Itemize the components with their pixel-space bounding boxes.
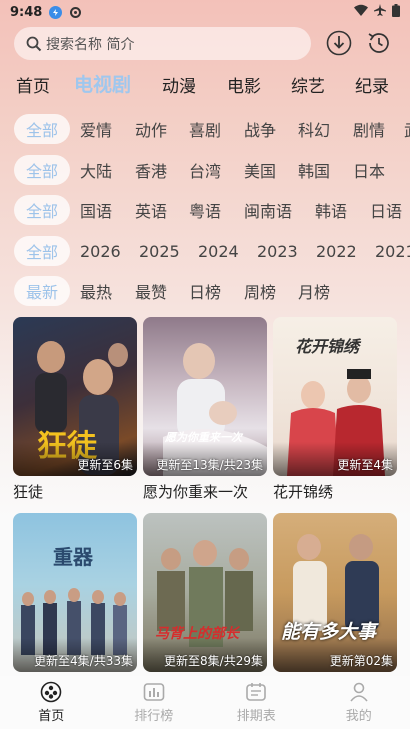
show-card[interactable]: 马背上的部长 更新至8集/共29集: [143, 513, 267, 672]
poster-logo: 花开锦绣: [295, 337, 360, 356]
calendar-icon: [246, 683, 267, 701]
filter-language-item[interactable]: 粤语: [189, 195, 221, 225]
poster-logo: 重器: [53, 545, 93, 569]
show-title: 愿为你重来一次: [143, 483, 249, 501]
bottom-navigation: 首页 排行榜 排期表 我的: [0, 676, 410, 729]
notification-icon: [48, 5, 62, 19]
search-icon: [26, 36, 42, 51]
filter-language-item[interactable]: 国语: [80, 195, 112, 225]
filter-year-item[interactable]: 2021: [375, 236, 410, 266]
tab-variety[interactable]: 综艺: [291, 72, 325, 97]
nav-home[interactable]: 首页: [0, 676, 103, 729]
status-time: 9:48: [10, 4, 43, 20]
poster-image: 愿为你重来一次 更新至13集/共23集: [143, 317, 267, 476]
filter-sort-latest[interactable]: 最新: [14, 276, 71, 306]
search-input[interactable]: 搜索名称 简介: [14, 27, 311, 60]
filter-language-item[interactable]: 闽南语: [244, 195, 292, 225]
filter-genre-item[interactable]: 喜剧: [189, 114, 221, 144]
user-icon: [350, 682, 368, 702]
filter-language-item[interactable]: 日语: [370, 195, 402, 225]
filter-region-item[interactable]: 日本: [353, 155, 385, 185]
poster-image: 狂徒 更新至6集: [13, 317, 137, 476]
nav-profile[interactable]: 我的: [308, 676, 410, 729]
history-button[interactable]: [365, 29, 393, 57]
tab-documentary[interactable]: 纪录: [355, 72, 389, 97]
filter-year-item[interactable]: 2026: [80, 236, 121, 266]
filter-year-item[interactable]: 2023: [257, 236, 298, 266]
filter-region-all[interactable]: 全部: [14, 155, 71, 185]
settings-gear-icon: [68, 5, 82, 19]
filter-region-item[interactable]: 美国: [244, 155, 276, 185]
filter-year-item[interactable]: 2024: [198, 236, 239, 266]
filter-language-item[interactable]: 英语: [135, 195, 167, 225]
nav-label: 我的: [345, 709, 372, 724]
tab-anime[interactable]: 动漫: [162, 72, 196, 97]
episode-badge: 更新至13集/共23集: [156, 458, 263, 472]
filter-genre: 全部 爱情 动作 喜剧 战争 科幻 剧情 武: [0, 114, 410, 146]
filter-sort-item[interactable]: 月榜: [298, 276, 330, 306]
wifi-icon: [354, 4, 368, 20]
episode-badge: 更新至4集: [337, 458, 393, 472]
filter-region-item[interactable]: 香港: [135, 155, 167, 185]
tab-home[interactable]: 首页: [16, 72, 50, 97]
tab-movie[interactable]: 电影: [227, 72, 261, 97]
home-icon: [40, 681, 62, 703]
filter-language-item[interactable]: 韩语: [315, 195, 347, 225]
show-card[interactable]: 花开锦绣 更新至4集 花开锦绣: [273, 317, 397, 502]
episode-badge: 更新至6集: [77, 458, 133, 472]
poster-image: 马背上的部长 更新至8集/共29集: [143, 513, 267, 672]
filter-region-item[interactable]: 韩国: [298, 155, 330, 185]
filter-region-item[interactable]: 大陆: [80, 155, 112, 185]
poster-image: 重器 更新至4集/共33集: [13, 513, 137, 672]
filter-genre-item[interactable]: 爱情: [80, 114, 112, 144]
status-bar: 9:48: [0, 0, 410, 24]
filter-genre-item[interactable]: 剧情: [353, 114, 385, 144]
episode-badge: 更新至4集/共33集: [34, 654, 133, 668]
show-card[interactable]: 能有多大事 更新第02集: [273, 513, 397, 672]
nav-label: 排期表: [236, 709, 276, 724]
nav-label: 排行榜: [134, 709, 174, 724]
filter-sort-item[interactable]: 最赞: [135, 276, 167, 306]
filter-genre-item[interactable]: 武: [404, 114, 410, 144]
episode-badge: 更新第02集: [329, 654, 393, 668]
search-placeholder: 搜索名称 简介: [46, 36, 135, 53]
nav-ranking[interactable]: 排行榜: [103, 676, 206, 729]
filter-language-all[interactable]: 全部: [14, 195, 71, 225]
download-button[interactable]: [325, 29, 353, 57]
filter-year-item[interactable]: 2025: [139, 236, 180, 266]
filter-region: 全部 大陆 香港 台湾 美国 韩国 日本: [0, 155, 410, 187]
nav-schedule[interactable]: 排期表: [205, 676, 308, 729]
show-title: 狂徒: [13, 483, 44, 501]
filter-genre-item[interactable]: 动作: [135, 114, 167, 144]
filter-sort-item[interactable]: 最热: [80, 276, 112, 306]
history-icon: [368, 33, 389, 53]
poster-image: 花开锦绣 更新至4集: [273, 317, 397, 476]
tab-tv-series[interactable]: 电视剧: [74, 70, 131, 97]
filter-year: 全部 2026 2025 2024 2023 2022 2021: [0, 236, 410, 268]
filter-sort-item[interactable]: 日榜: [189, 276, 221, 306]
episode-badge: 更新至8集/共29集: [164, 654, 263, 668]
filter-language: 全部 国语 英语 粤语 闽南语 韩语 日语: [0, 195, 410, 227]
filter-year-all[interactable]: 全部: [14, 236, 71, 266]
airplane-icon: [374, 4, 386, 20]
filter-genre-all[interactable]: 全部: [14, 114, 71, 144]
ranking-icon: [143, 683, 165, 701]
filter-genre-item[interactable]: 战争: [244, 114, 276, 144]
battery-icon: [392, 3, 400, 21]
main-tabs: 首页 电视剧 动漫 电影 综艺 纪录: [0, 68, 410, 100]
filter-region-item[interactable]: 台湾: [189, 155, 221, 185]
show-title: 花开锦绣: [273, 483, 334, 501]
filter-sort-item[interactable]: 周榜: [244, 276, 276, 306]
show-card[interactable]: 重器 更新至4集/共33集: [13, 513, 137, 672]
filter-genre-item[interactable]: 科幻: [298, 114, 330, 144]
nav-label: 首页: [38, 709, 65, 724]
show-card[interactable]: 狂徒 更新至6集 狂徒: [13, 317, 137, 502]
download-icon: [326, 30, 352, 56]
filter-year-item[interactable]: 2022: [316, 236, 357, 266]
show-card[interactable]: 愿为你重来一次 更新至13集/共23集 愿为你重来一次: [143, 317, 267, 502]
poster-image: 能有多大事 更新第02集: [273, 513, 397, 672]
filter-sort: 最新 最热 最赞 日榜 周榜 月榜: [0, 276, 410, 308]
